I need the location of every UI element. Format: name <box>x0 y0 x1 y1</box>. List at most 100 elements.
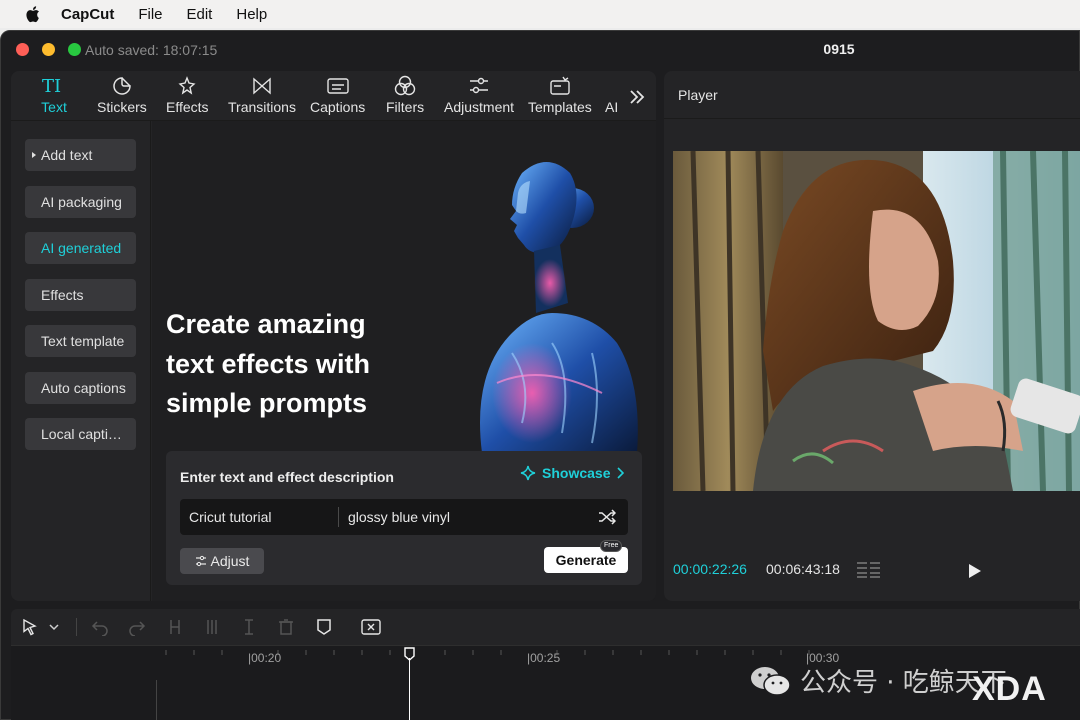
timecode-grid-icon[interactable] <box>857 561 881 579</box>
autosave-status: Auto saved: 18:07:15 <box>85 42 218 58</box>
player-panel: Player 00:00:22:26 00:06:43:18 <box>664 71 1080 601</box>
showcase-link[interactable]: Showcase <box>520 465 625 481</box>
free-badge: Free <box>600 540 623 552</box>
text-effect-generator: Enter text and effect description Showca… <box>166 451 642 585</box>
tab-label: Text <box>41 99 67 115</box>
track-start-line <box>156 680 157 720</box>
ai-generated-content: Create amazing text effects with simple … <box>152 121 656 601</box>
text-input[interactable]: Cricut tutorial <box>189 509 271 525</box>
apple-logo-icon[interactable] <box>24 5 40 23</box>
trim-right-icon[interactable] <box>240 618 258 636</box>
templates-icon <box>547 75 573 97</box>
ruler-label: |00:20 <box>248 651 282 665</box>
tab-label: Stickers <box>97 99 147 115</box>
sparkle-icon <box>174 75 200 97</box>
tab-label: AI <box>605 99 619 115</box>
text-subnav: Add text AI packaging AI generated Effec… <box>11 121 151 601</box>
menu-edit[interactable]: Edit <box>187 6 213 23</box>
ruler-label: |00:25 <box>527 651 561 665</box>
menu-help[interactable]: Help <box>236 6 267 23</box>
wechat-watermark: 公众号 · 吃鲸天下 <box>750 662 1007 699</box>
hero-line: simple prompts <box>166 388 368 418</box>
minimize-window-button[interactable] <box>42 43 55 56</box>
timeline-toolbar <box>11 609 1080 645</box>
zoom-window-button[interactable] <box>68 43 81 56</box>
chevron-down-icon[interactable] <box>48 618 60 636</box>
play-icon[interactable] <box>968 563 982 579</box>
tab-text[interactable]: TI Text <box>41 75 67 119</box>
tool-tabs: TI Text Stickers Effects Transitions Cap… <box>11 71 656 121</box>
subnav-add-text[interactable]: Add text <box>25 139 136 171</box>
subnav-label: Add text <box>41 147 93 163</box>
sliders-icon <box>466 75 492 97</box>
subnav-effects[interactable]: Effects <box>25 279 136 311</box>
redo-icon[interactable] <box>128 618 146 636</box>
chevron-right-icon <box>617 467 625 479</box>
wechat-logo-icon <box>751 666 791 696</box>
delete-icon[interactable] <box>277 618 295 636</box>
video-preview-frame[interactable] <box>673 151 1080 491</box>
marker-icon[interactable] <box>315 618 333 636</box>
tab-label: Adjustment <box>444 99 515 115</box>
showcase-label: Showcase <box>542 465 611 481</box>
split-icon[interactable] <box>166 618 184 636</box>
media-panel: TI Text Stickers Effects Transitions Cap… <box>11 71 656 601</box>
tab-templates[interactable]: Templates <box>528 75 592 119</box>
adjust-label: Adjust <box>210 553 250 569</box>
hero-line: Create amazing <box>166 309 366 339</box>
tab-transitions[interactable]: Transitions <box>228 75 296 119</box>
playhead[interactable] <box>409 658 410 720</box>
bowtie-icon <box>249 75 275 97</box>
effect-description-input[interactable]: glossy blue vinyl <box>348 509 450 525</box>
prompt-input-row: Cricut tutorial glossy blue vinyl <box>180 499 628 535</box>
ai-icon <box>605 75 621 97</box>
captions-icon <box>325 75 351 97</box>
expand-triangle-icon <box>32 152 36 158</box>
macos-menu-bar: CapCut File Edit Help <box>0 0 1080 28</box>
hero-line: text effects with <box>166 348 371 379</box>
subnav-ai-generated[interactable]: AI generated <box>25 232 136 264</box>
tab-stickers[interactable]: Stickers <box>97 75 147 119</box>
tab-effects[interactable]: Effects <box>166 75 209 119</box>
tab-ai[interactable]: AI <box>605 75 621 119</box>
app-window: Auto saved: 18:07:15 0915 TI Text Sticke… <box>0 30 1080 720</box>
tab-captions[interactable]: Captions <box>310 75 365 119</box>
svg-text:TI: TI <box>42 76 61 96</box>
chrome-woman-illustration <box>480 162 638 453</box>
menu-file[interactable]: File <box>138 6 162 23</box>
tab-adjustment[interactable]: Adjustment <box>444 75 514 119</box>
sticker-icon <box>109 75 135 97</box>
input-divider <box>338 507 339 527</box>
tab-label: Transitions <box>228 99 296 115</box>
shuffle-icon[interactable] <box>598 509 616 525</box>
subnav-ai-packaging[interactable]: AI packaging <box>25 186 136 218</box>
tab-label: Effects <box>166 99 209 115</box>
tab-label: Templates <box>528 99 592 115</box>
current-time: 00:00:22:26 <box>673 561 747 577</box>
app-name-menu[interactable]: CapCut <box>61 6 114 23</box>
player-header: Player <box>664 71 1080 119</box>
project-title[interactable]: 0915 <box>801 41 877 57</box>
more-tabs-chevron-icon[interactable] <box>627 87 647 107</box>
select-cursor-icon[interactable] <box>21 618 39 636</box>
tab-filters[interactable]: Filters <box>386 75 424 119</box>
toolbar-divider <box>76 618 77 636</box>
subnav-text-template[interactable]: Text template <box>25 325 136 357</box>
tab-label: Filters <box>386 99 425 115</box>
subnav-local-captions[interactable]: Local capti… <box>25 418 136 450</box>
player-title: Player <box>678 87 718 103</box>
undo-icon[interactable] <box>91 618 109 636</box>
subnav-auto-captions[interactable]: Auto captions <box>25 372 136 404</box>
xda-logo: XDA <box>972 670 1047 708</box>
sparkle-icon <box>520 465 536 481</box>
sliders-icon <box>195 555 206 567</box>
filters-icon <box>392 75 418 97</box>
generator-title: Enter text and effect description <box>180 469 394 485</box>
title-bar: Auto saved: 18:07:15 0915 <box>1 31 1079 69</box>
adjust-button[interactable]: Adjust <box>180 548 264 574</box>
trim-left-icon[interactable] <box>203 618 221 636</box>
hero-headline: Create amazing text effects with simple … <box>166 305 426 424</box>
total-time: 00:06:43:18 <box>766 561 840 577</box>
ai-cut-icon[interactable] <box>360 618 382 636</box>
close-window-button[interactable] <box>16 43 29 56</box>
